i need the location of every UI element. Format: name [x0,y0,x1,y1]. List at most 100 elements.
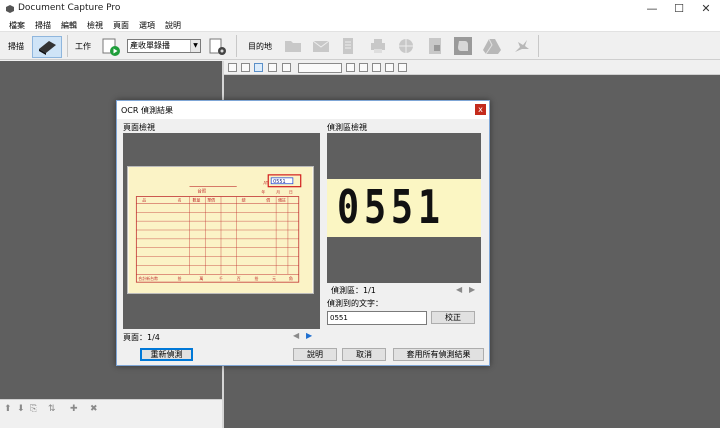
dialog-close-button[interactable]: x [475,104,486,115]
help-button[interactable]: 說明 [293,348,337,361]
chevron-down-icon: ▼ [190,40,200,52]
region-counter: 偵測區：1/1 [331,286,376,295]
dialog-title-bar: OCR 偵測結果 x [117,101,489,119]
previous-page-icon[interactable]: ◀ [293,331,299,340]
job-label: 工作 [75,42,91,51]
apply-all-button[interactable]: 套用所有偵測結果 [393,348,484,361]
menu-edit[interactable]: 編輯 [61,20,77,31]
thumbnail-toolbar: ⬆ ⬇ ⎘ ⇅ ✚ ✖ [0,399,222,428]
ocr-results-dialog: OCR 偵測結果 x 頁面檢視 偵測區檢視 台照 0551 AT 年 月 日 品… [116,100,490,366]
receipt-image: 台照 0551 AT 年 月 日 品 名 數量 單價 總 價 備註 合計新台幣 … [127,166,314,294]
region-crop-text: 0551 [337,180,445,234]
svg-text:品: 品 [142,197,146,202]
svg-text:角: 角 [289,276,293,281]
zoom-level-select[interactable] [298,63,342,73]
svg-text:月: 月 [276,190,280,195]
svg-text:單價: 單價 [207,197,215,202]
minimize-button[interactable]: — [639,0,665,18]
scanner-icon [39,41,56,55]
email-icon[interactable] [311,36,331,56]
svg-text:名: 名 [178,197,182,202]
sharepoint-icon[interactable] [511,36,531,56]
flip-icon[interactable] [372,63,381,72]
menu-file[interactable]: 檔案 [9,20,25,31]
rotate-right-icon[interactable] [359,63,368,72]
detected-text-label: 偵測到的文字： [327,299,383,308]
svg-text:數量: 數量 [192,197,200,202]
destination-label: 目的地 [248,42,272,51]
evernote-icon[interactable] [453,36,473,56]
receipt-number: 0551 [273,179,286,185]
svg-text:合計新台幣: 合計新台幣 [138,276,158,281]
move-up-icon[interactable]: ⬆ [4,404,12,414]
delete-icon[interactable]: ✖ [90,404,98,414]
next-page-icon[interactable]: ▶ [306,331,312,340]
sort-icon[interactable]: ⇅ [48,404,56,414]
menu-options[interactable]: 選項 [139,20,155,31]
folder-icon[interactable] [283,36,303,56]
add-icon[interactable]: ✚ [70,404,78,414]
menu-scan[interactable]: 掃描 [35,20,51,31]
svg-text:年: 年 [261,190,265,195]
detected-text-field[interactable]: 0551 [327,311,427,325]
page-counter: 頁面：1/4 [123,333,160,342]
receipt-title-suffix: 台照 [197,188,206,195]
deskew-icon[interactable] [398,63,407,72]
image-toolbar [224,61,720,75]
svg-text:拾: 拾 [178,276,182,281]
web-icon[interactable] [396,36,416,56]
google-drive-icon[interactable] [482,36,502,56]
svg-text:千: 千 [219,276,223,281]
printer-icon[interactable] [368,36,388,56]
svg-text:AT: AT [263,181,268,186]
menu-help[interactable]: 說明 [165,20,181,31]
title-bar: Document Capture Pro — ☐ ✕ [0,0,720,18]
previous-region-icon[interactable]: ◀ [456,285,462,294]
rotate-left-icon[interactable] [346,63,355,72]
move-down-icon[interactable]: ⬇ [17,404,25,414]
svg-text:備註: 備註 [278,197,286,202]
job-select[interactable]: 產收單錄播 ▼ [127,39,201,53]
next-region-icon[interactable]: ▶ [469,285,475,294]
svg-text:拾: 拾 [254,276,258,281]
svg-text:元: 元 [272,276,276,281]
zoom-in-icon[interactable] [228,63,237,72]
menu-view[interactable]: 檢視 [87,20,103,31]
region-crop-image: 0551 [327,179,481,237]
svg-text:百: 百 [237,276,241,281]
svg-text:總: 總 [242,197,246,202]
job-select-value: 產收單錄播 [130,41,170,50]
maximize-button[interactable]: ☐ [666,0,692,18]
grid-document-icon[interactable] [425,36,445,56]
zoom-out-icon[interactable] [241,63,250,72]
document-icon[interactable] [338,36,358,56]
page-view-label: 頁面檢視 [123,123,155,132]
job-settings-icon [209,38,226,55]
close-button[interactable]: ✕ [693,0,719,18]
insert-icon[interactable]: ⎘ [30,404,37,414]
app-icon [6,5,14,13]
crop-icon[interactable] [385,63,394,72]
cancel-button[interactable]: 取消 [342,348,386,361]
svg-text:萬: 萬 [199,276,203,281]
window-title: Document Capture Pro [18,3,121,13]
dialog-title: OCR 偵測結果 [121,106,173,115]
main-toolbar: 掃描 工作 目的地 [0,32,720,60]
svg-text:價: 價 [266,197,270,202]
fit-width-icon[interactable] [268,63,277,72]
fit-height-icon[interactable] [282,63,291,72]
svg-text:日: 日 [289,190,293,195]
run-job-button[interactable] [99,36,123,58]
region-view: 0551 [327,133,481,283]
fit-page-icon[interactable] [254,63,263,72]
page-view[interactable]: 台照 0551 AT 年 月 日 品 名 數量 單價 總 價 備註 合計新台幣 … [123,133,320,329]
re-detect-button[interactable]: 重新偵測 [140,348,193,361]
run-job-icon [102,38,120,56]
job-settings-button[interactable] [207,36,229,58]
scan-button[interactable] [32,36,62,58]
scan-label: 掃描 [8,42,24,51]
region-view-label: 偵測區檢視 [327,123,367,132]
menu-page[interactable]: 頁面 [113,20,129,31]
menu-bar: 檔案 掃描 編輯 檢視 頁面 選項 說明 [0,18,720,32]
correct-button[interactable]: 校正 [431,311,475,324]
